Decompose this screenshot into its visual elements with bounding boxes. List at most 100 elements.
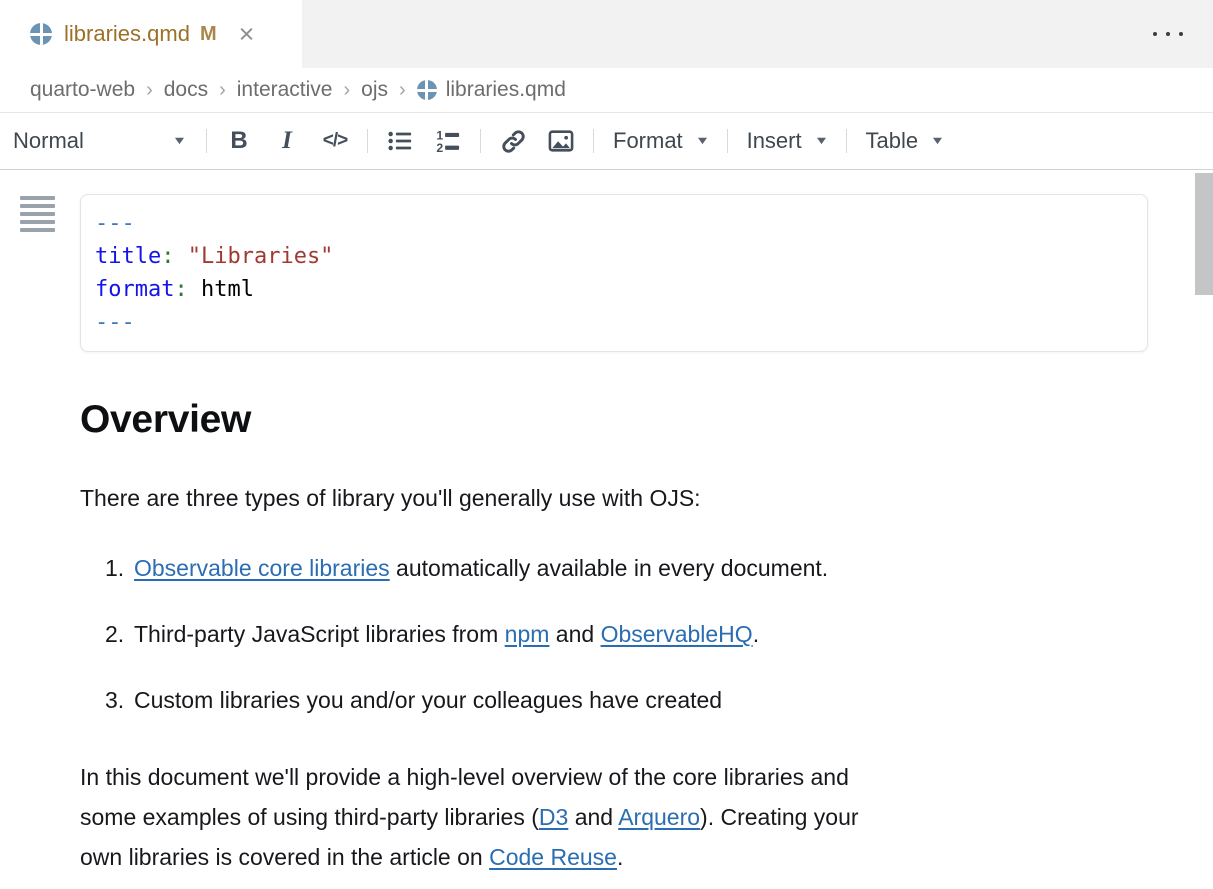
paragraph-style-value: Normal xyxy=(13,128,84,154)
tab-libraries-qmd[interactable]: libraries.qmd M × xyxy=(0,0,302,68)
code-token: format xyxy=(95,277,174,302)
outro-paragraph: In this document we'll provide a high-le… xyxy=(80,757,1213,877)
ordered-list-icon: 1 2 xyxy=(434,127,462,155)
intro-paragraph: There are three types of library you'll … xyxy=(80,483,1213,513)
bold-button[interactable]: B xyxy=(222,121,256,161)
chevron-right-icon: › xyxy=(343,79,350,102)
text-run: Custom libraries you and/or your colleag… xyxy=(134,687,722,713)
breadcrumb: quarto-web › docs › interactive › ojs › … xyxy=(0,68,1213,113)
breadcrumb-item-interactive[interactable]: interactive xyxy=(237,78,333,102)
insert-menu[interactable]: Insert ▼ xyxy=(743,128,831,154)
close-icon[interactable]: × xyxy=(239,21,255,48)
text-run: automatically available in every documen… xyxy=(390,555,829,581)
insert-image-button[interactable] xyxy=(544,121,578,161)
image-icon xyxy=(547,127,575,155)
chevron-right-icon: › xyxy=(146,79,153,102)
breadcrumb-item-file[interactable]: libraries.qmd xyxy=(417,78,566,102)
tab-title: libraries.qmd xyxy=(64,21,190,47)
format-menu-label: Format xyxy=(613,128,683,154)
breadcrumb-item-docs[interactable]: docs xyxy=(164,78,208,102)
code-token: --- xyxy=(95,211,135,236)
editor-window: libraries.qmd M × quarto-web › docs › in… xyxy=(0,0,1213,889)
doc-link[interactable]: npm xyxy=(505,621,550,647)
formatting-toolbar: Normal ▼ B I </> 1 2 xyxy=(0,113,1213,170)
document-heading: Overview xyxy=(80,398,1213,442)
insert-menu-label: Insert xyxy=(747,128,802,154)
ordered-list-button[interactable]: 1 2 xyxy=(431,121,465,161)
italic-button[interactable]: I xyxy=(270,121,304,161)
text-run: There are three types of library you'll … xyxy=(80,485,701,511)
code-token: --- xyxy=(95,310,135,335)
list-item-text: Observable core libraries automatically … xyxy=(134,553,828,583)
breadcrumb-item-quarto-web[interactable]: quarto-web xyxy=(30,78,135,102)
text-run: and xyxy=(549,621,600,647)
vertical-scrollbar-thumb[interactable] xyxy=(1195,173,1213,295)
paragraph-line: In this document we'll provide a high-le… xyxy=(80,757,1213,797)
code-token xyxy=(174,244,187,269)
doc-link[interactable]: D3 xyxy=(539,804,568,830)
chevron-down-icon: ▼ xyxy=(695,135,710,147)
code-token: : xyxy=(161,244,174,269)
doc-link[interactable]: Code Reuse xyxy=(489,844,617,870)
text-run: . xyxy=(617,844,623,870)
code-token: title xyxy=(95,244,161,269)
list-item-text: Third-party JavaScript libraries from np… xyxy=(134,619,759,649)
list-item: 1. Observable core libraries automatical… xyxy=(105,553,1213,583)
code-line: --- xyxy=(95,306,1133,339)
modified-badge: M xyxy=(200,23,217,46)
text-run: ). Creating your xyxy=(700,804,859,830)
list-item-text: Custom libraries you and/or your colleag… xyxy=(134,685,722,715)
code-token: html xyxy=(201,277,254,302)
link-icon xyxy=(500,128,527,155)
list-marker: 3. xyxy=(105,685,129,715)
paragraph-line: own libraries is covered in the article … xyxy=(80,837,1213,877)
chevron-right-icon: › xyxy=(219,79,226,102)
doc-link[interactable]: Arquero xyxy=(618,804,700,830)
more-actions-icon[interactable] xyxy=(1145,24,1191,44)
quarto-file-icon xyxy=(417,80,437,100)
doc-link[interactable]: Observable core libraries xyxy=(134,555,390,581)
svg-text:2: 2 xyxy=(436,141,443,155)
doc-link[interactable]: ObservableHQ xyxy=(601,621,753,647)
document-editor: --- title: "Libraries" format: html --- Ove… xyxy=(0,170,1213,889)
code-token: "Libraries" xyxy=(188,244,334,269)
format-menu[interactable]: Format ▼ xyxy=(609,128,712,154)
tab-bar: libraries.qmd M × xyxy=(0,0,1213,68)
drag-handle-icon[interactable] xyxy=(20,196,55,232)
bullet-list-button[interactable] xyxy=(383,121,417,161)
list-marker: 2. xyxy=(105,619,129,649)
paragraph-style-select[interactable]: Normal ▼ xyxy=(13,128,191,154)
quarto-file-icon xyxy=(30,23,52,45)
table-menu[interactable]: Table ▼ xyxy=(862,128,947,154)
list-item: 2. Third-party JavaScript libraries from… xyxy=(105,619,1213,649)
code-token: : xyxy=(174,277,187,302)
toolbar-divider xyxy=(727,129,728,153)
text-run: and xyxy=(568,804,618,830)
paragraph-line: some examples of using third-party libra… xyxy=(80,797,1213,837)
list-item: 3. Custom libraries you and/or your coll… xyxy=(105,685,1213,715)
yaml-front-matter-block[interactable]: --- title: "Libraries" format: html --- xyxy=(80,194,1148,352)
code-line: --- xyxy=(95,207,1133,240)
numbered-list: 1. Observable core libraries automatical… xyxy=(105,553,1213,715)
code-line: format: html xyxy=(95,273,1133,306)
toolbar-divider xyxy=(593,129,594,153)
bullet-list-icon xyxy=(386,127,414,155)
table-menu-label: Table xyxy=(866,128,919,154)
chevron-down-icon: ▼ xyxy=(813,135,828,147)
code-token xyxy=(188,277,201,302)
code-button[interactable]: </> xyxy=(318,121,352,161)
text-run: Third-party JavaScript libraries from xyxy=(134,621,505,647)
toolbar-divider xyxy=(206,129,207,153)
toolbar-divider xyxy=(846,129,847,153)
text-run: . xyxy=(753,621,759,647)
breadcrumb-file-label: libraries.qmd xyxy=(446,78,566,102)
toolbar-divider xyxy=(367,129,368,153)
text-run: some examples of using third-party libra… xyxy=(80,804,539,830)
text-run: own libraries is covered in the article … xyxy=(80,844,489,870)
insert-link-button[interactable] xyxy=(496,121,530,161)
text-run: In this document we'll provide a high-le… xyxy=(80,764,849,790)
toolbar-divider xyxy=(480,129,481,153)
editor-actions xyxy=(1145,0,1213,68)
list-marker: 1. xyxy=(105,553,129,583)
breadcrumb-item-ojs[interactable]: ojs xyxy=(361,78,388,102)
